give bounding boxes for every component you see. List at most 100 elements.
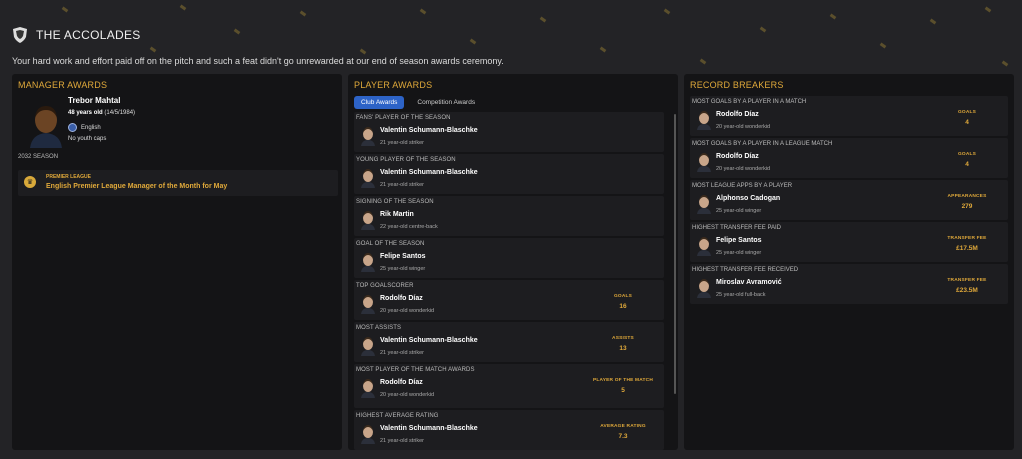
- player-name[interactable]: Alphonso Cadogan: [716, 195, 780, 202]
- manager-caps: No youth caps: [68, 136, 107, 142]
- record-stat: GOALS 4: [932, 152, 1002, 168]
- player-name[interactable]: Rodolfo Díaz: [380, 295, 423, 302]
- tab-club-awards[interactable]: Club Awards: [354, 96, 405, 109]
- player-description: 21 year-old striker: [380, 438, 425, 444]
- list-item[interactable]: MOST LEAGUE APPS BY A PLAYER Alphonso Ca…: [690, 180, 1008, 220]
- award-stat: AVERAGE RATING 7.3: [588, 424, 658, 440]
- manager-nationality: English: [68, 123, 101, 132]
- player-description: 25 year-old winger: [380, 266, 426, 272]
- player-description: 20 year-old wonderkid: [716, 166, 771, 172]
- record-breakers-list: MOST GOALS BY A PLAYER IN A MATCH Rodolf…: [690, 96, 1008, 306]
- player-avatar: [360, 210, 376, 230]
- player-avatar: [360, 294, 376, 314]
- record-breakers-panel: RECORD BREAKERS MOST GOALS BY A PLAYER I…: [684, 74, 1014, 450]
- player-awards-panel: PLAYER AWARDS Club Awards Competition Aw…: [348, 74, 678, 450]
- list-item[interactable]: MOST PLAYER OF THE MATCH AWARDS Rodolfo …: [354, 364, 664, 408]
- award-category: TOP GOALSCORER: [356, 283, 414, 289]
- player-name[interactable]: Rik Martin: [380, 211, 414, 218]
- manager-dob: (14/5/1984): [104, 110, 136, 116]
- player-description: 25 year-old winger: [716, 208, 762, 214]
- player-description: 22 year-old centre-back: [380, 224, 438, 230]
- player-avatar: [360, 252, 376, 272]
- player-name[interactable]: Valentin Schumann-Blaschke: [380, 127, 478, 134]
- list-item[interactable]: HIGHEST TRANSFER FEE RECEIVED Miroslav A…: [690, 264, 1008, 304]
- manager-age: 48 years old (14/5/1984): [68, 110, 135, 116]
- manager-age-years: 48 years old: [68, 110, 103, 116]
- player-name[interactable]: Valentin Schumann-Blaschke: [380, 337, 478, 344]
- list-item[interactable]: YOUNG PLAYER OF THE SEASON Valentin Schu…: [354, 154, 664, 194]
- stat-value: 4: [965, 161, 969, 168]
- player-description: 25 year-old winger: [716, 250, 762, 256]
- stat-value: £23.5M: [956, 287, 978, 294]
- manager-award-card[interactable]: ♛ PREMIER LEAGUE English Premier League …: [18, 170, 338, 196]
- manager-awards-panel: MANAGER AWARDS Trebor Mahtal 48 years ol…: [12, 74, 342, 450]
- player-name[interactable]: Valentin Schumann-Blaschke: [380, 169, 478, 176]
- list-item[interactable]: MOST ASSISTS Valentin Schumann-Blaschke …: [354, 322, 664, 362]
- player-avatar: [696, 278, 712, 298]
- stat-value: 13: [619, 345, 627, 352]
- record-stat: GOALS 4: [932, 110, 1002, 126]
- award-category: SIGNING OF THE SEASON: [356, 199, 434, 205]
- player-name[interactable]: Valentin Schumann-Blaschke: [380, 425, 478, 432]
- trophy-icon: ♛: [24, 176, 36, 188]
- player-description: 21 year-old striker: [380, 140, 425, 146]
- player-description: 20 year-old wonderkid: [380, 392, 435, 398]
- player-name[interactable]: Miroslav Avramović: [716, 279, 782, 286]
- player-avatar: [360, 126, 376, 146]
- record-category: MOST LEAGUE APPS BY A PLAYER: [692, 183, 793, 189]
- player-avatar: [696, 110, 712, 130]
- season-label: 2032 SEASON: [18, 154, 59, 160]
- player-avatar: [696, 194, 712, 214]
- list-item[interactable]: HIGHEST AVERAGE RATING Valentin Schumann…: [354, 410, 664, 450]
- list-item[interactable]: HIGHEST TRANSFER FEE PAID Felipe Santos …: [690, 222, 1008, 262]
- player-description: 20 year-old wonderkid: [380, 308, 435, 314]
- manager-name[interactable]: Trebor Mahtal: [68, 96, 120, 105]
- player-name[interactable]: Rodolfo Díaz: [716, 153, 759, 160]
- award-category: GOAL OF THE SEASON: [356, 241, 425, 247]
- tab-competition-awards[interactable]: Competition Awards: [410, 96, 482, 109]
- list-item[interactable]: MOST GOALS BY A PLAYER IN A MATCH Rodolf…: [690, 96, 1008, 136]
- record-category: MOST GOALS BY A PLAYER IN A MATCH: [692, 99, 807, 105]
- award-category: MOST PLAYER OF THE MATCH AWARDS: [356, 367, 475, 373]
- page-header: THE ACCOLADES: [12, 24, 141, 46]
- nationality-label: English: [81, 124, 101, 131]
- player-avatar: [696, 152, 712, 172]
- stat-value: 16: [619, 303, 627, 310]
- player-avatar: [360, 336, 376, 356]
- player-description: 21 year-old striker: [380, 182, 425, 188]
- stat-value: 279: [961, 203, 973, 210]
- stat-label: AVERAGE RATING: [600, 424, 646, 429]
- player-description: 20 year-old wonderkid: [716, 124, 771, 130]
- scrollbar[interactable]: [674, 114, 676, 394]
- list-item[interactable]: MOST GOALS BY A PLAYER IN A LEAGUE MATCH…: [690, 138, 1008, 178]
- stat-label: APPEARANCES: [947, 194, 987, 199]
- list-item[interactable]: SIGNING OF THE SEASON Rik Martin 22 year…: [354, 196, 664, 236]
- page-subtitle: Your hard work and effort paid off on th…: [12, 56, 504, 66]
- player-description: 21 year-old striker: [380, 350, 425, 356]
- stat-value: £17.5M: [956, 245, 978, 252]
- award-category: YOUNG PLAYER OF THE SEASON: [356, 157, 456, 163]
- player-name[interactable]: Felipe Santos: [380, 253, 426, 260]
- record-breakers-title: RECORD BREAKERS: [690, 80, 784, 90]
- player-awards-title: PLAYER AWARDS: [354, 80, 433, 90]
- record-category: HIGHEST TRANSFER FEE RECEIVED: [692, 267, 799, 273]
- nation-flag-icon: [68, 123, 77, 132]
- player-name[interactable]: Felipe Santos: [716, 237, 762, 244]
- award-name: English Premier League Manager of the Mo…: [46, 183, 228, 190]
- record-stat: TRANSFER FEE £23.5M: [932, 278, 1002, 294]
- award-tabs: Club Awards Competition Awards: [354, 96, 482, 109]
- club-badge-icon: [13, 27, 27, 43]
- list-item[interactable]: FANS' PLAYER OF THE SEASON Valentin Schu…: [354, 112, 664, 152]
- list-item[interactable]: TOP GOALSCORER Rodolfo Díaz 20 year-old …: [354, 280, 664, 320]
- award-stat: GOALS 16: [588, 294, 658, 310]
- stat-label: TRANSFER FEE: [947, 236, 987, 241]
- player-name[interactable]: Rodolfo Díaz: [380, 379, 423, 386]
- player-name[interactable]: Rodolfo Díaz: [716, 111, 759, 118]
- stat-label: ASSISTS: [612, 336, 634, 341]
- award-category: FANS' PLAYER OF THE SEASON: [356, 115, 451, 121]
- record-stat: TRANSFER FEE £17.5M: [932, 236, 1002, 252]
- stat-label: GOALS: [957, 110, 977, 115]
- list-item[interactable]: GOAL OF THE SEASON Felipe Santos 25 year…: [354, 238, 664, 278]
- stat-label: TRANSFER FEE: [947, 278, 987, 283]
- player-avatar: [360, 168, 376, 188]
